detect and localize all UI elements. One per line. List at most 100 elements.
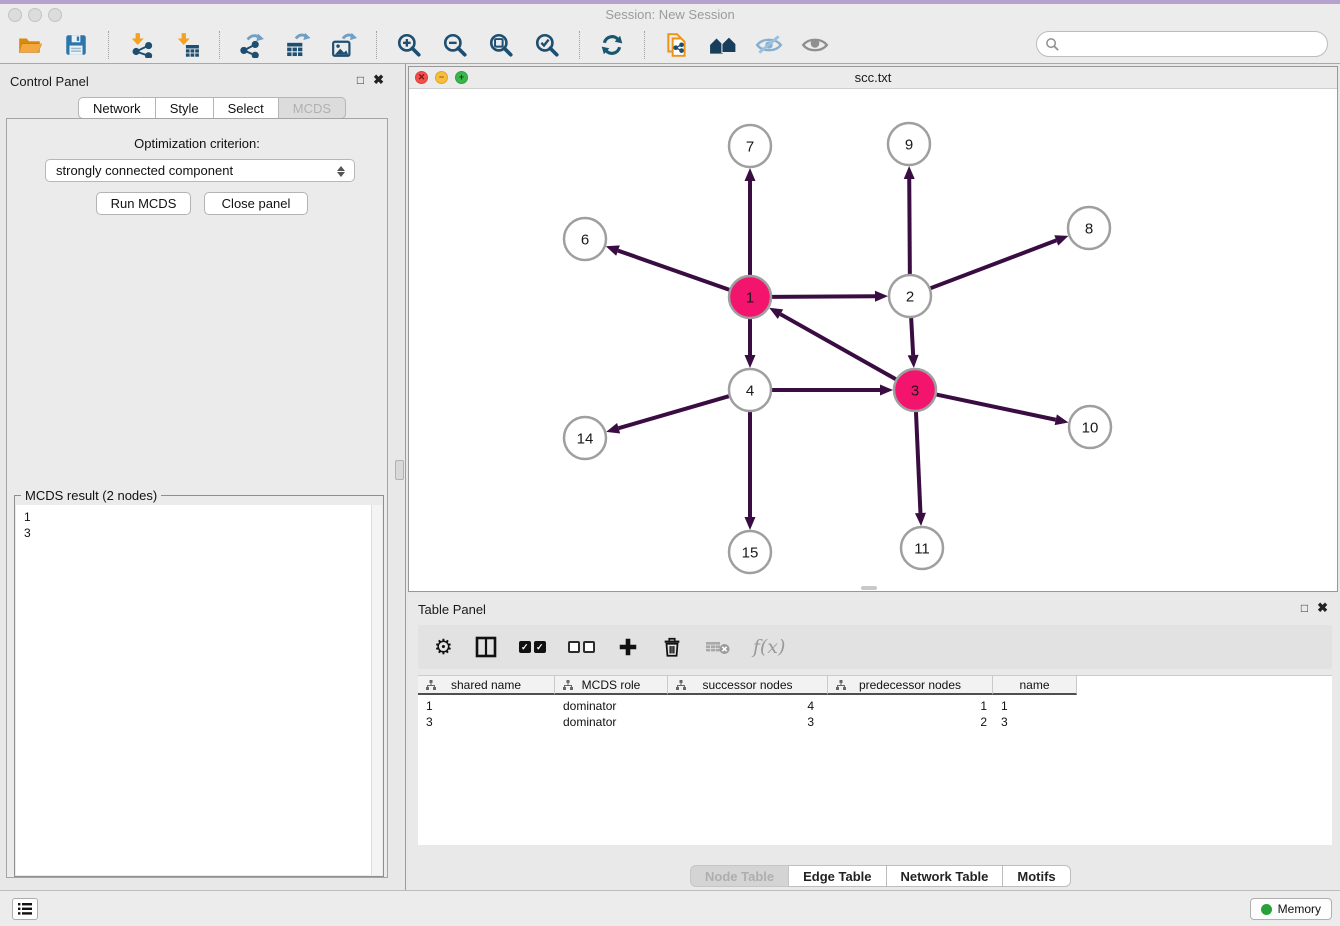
graph-node-label: 9 <box>905 136 913 153</box>
network-canvas[interactable]: 1234678910111415 <box>409 89 1337 591</box>
edge-2-8[interactable] <box>931 240 1057 288</box>
tab-motifs[interactable]: Motifs <box>1003 865 1070 887</box>
deselect-all-icon[interactable] <box>568 641 595 653</box>
export-network-icon <box>239 32 265 58</box>
eye-slash-icon <box>755 32 783 58</box>
cell-predecessor-nodes: 2 <box>828 714 993 730</box>
open-session-button[interactable] <box>10 29 50 61</box>
edge-2-3[interactable] <box>911 318 913 355</box>
column-header-shared-name[interactable]: shared name <box>418 676 555 695</box>
edge-1-2[interactable] <box>772 296 875 297</box>
mcds-result-title: MCDS result (2 nodes) <box>21 488 161 503</box>
optimization-criterion-value: strongly connected component <box>56 163 233 178</box>
cell-name: 1 <box>993 698 1077 714</box>
table-header-row: shared name MCDS role successor nodes pr… <box>418 676 1077 695</box>
import-network-button[interactable] <box>121 29 161 61</box>
edge-1-6[interactable] <box>618 251 729 290</box>
graph-node-label: 8 <box>1085 220 1093 237</box>
select-all-icon[interactable]: ✓✓ <box>519 641 546 653</box>
show-selected-button[interactable] <box>795 29 835 61</box>
zoom-out-icon <box>442 32 468 58</box>
zoom-out-button[interactable] <box>435 29 475 61</box>
show-all-nodes-button[interactable] <box>703 29 743 61</box>
cell-shared-name: 3 <box>418 714 555 730</box>
table-row[interactable]: 3 dominator 3 2 3 <box>418 714 1077 730</box>
tab-select[interactable]: Select <box>214 97 279 119</box>
float-panel-icon[interactable]: □ <box>357 74 364 86</box>
edge-arrowhead <box>745 355 756 368</box>
table-row[interactable]: 1 dominator 4 1 1 <box>418 698 1077 714</box>
zoom-fit-button[interactable] <box>481 29 521 61</box>
column-layout-icon[interactable] <box>475 636 497 658</box>
list-icon <box>17 902 33 916</box>
edge-2-9[interactable] <box>909 179 910 274</box>
search-input[interactable] <box>1036 31 1328 57</box>
tab-network-table[interactable]: Network Table <box>887 865 1004 887</box>
toolbar-separator <box>219 31 220 59</box>
edge-3-1[interactable] <box>780 314 895 379</box>
column-header-mcds-role[interactable]: MCDS role <box>555 676 668 695</box>
save-session-button[interactable] <box>56 29 96 61</box>
result-scrollbar[interactable] <box>371 505 382 875</box>
app-titlebar: Session: New Session <box>0 4 1340 26</box>
add-row-icon[interactable] <box>617 636 639 658</box>
export-image-icon <box>331 32 357 58</box>
close-panel-button[interactable]: Close panel <box>204 192 308 215</box>
graph-node-label: 11 <box>914 540 930 557</box>
graph-node-label: 4 <box>746 382 754 399</box>
cell-mcds-role: dominator <box>555 714 668 730</box>
mcds-result-list[interactable]: 1 3 <box>16 505 382 875</box>
hide-selected-button[interactable] <box>749 29 789 61</box>
network-window-title: scc.txt <box>409 70 1337 85</box>
edge-4-14[interactable] <box>619 396 729 428</box>
tab-mcds[interactable]: MCDS <box>279 97 346 119</box>
export-image-button[interactable] <box>324 29 364 61</box>
column-header-name[interactable]: name <box>993 676 1077 695</box>
clone-network-button[interactable] <box>657 29 697 61</box>
network-window-titlebar[interactable]: ✕ − + scc.txt <box>409 67 1337 89</box>
float-panel-icon[interactable]: □ <box>1301 602 1308 614</box>
export-table-icon <box>285 32 311 58</box>
close-panel-icon[interactable]: ✖ <box>1317 601 1328 614</box>
export-network-button[interactable] <box>232 29 272 61</box>
eye-icon <box>801 32 829 58</box>
edge-arrowhead <box>875 291 888 302</box>
cell-predecessor-nodes: 1 <box>828 698 993 714</box>
select-stepper-icon <box>334 162 348 180</box>
column-header-successor-nodes[interactable]: successor nodes <box>668 676 828 695</box>
refresh-view-button[interactable] <box>592 29 632 61</box>
export-table-button[interactable] <box>278 29 318 61</box>
graph-node-label: 1 <box>746 289 754 306</box>
memory-button[interactable]: Memory <box>1250 898 1332 920</box>
delete-row-icon[interactable] <box>661 636 683 658</box>
graph-node-label: 2 <box>906 288 914 305</box>
edge-3-10[interactable] <box>937 395 1056 420</box>
tab-network[interactable]: Network <box>78 97 156 119</box>
delete-table-icon[interactable] <box>705 637 731 657</box>
graph-node-label: 6 <box>581 231 589 248</box>
edge-arrowhead <box>1054 235 1068 245</box>
close-panel-icon[interactable]: ✖ <box>373 73 384 86</box>
optimization-criterion-select[interactable]: strongly connected component <box>45 159 355 182</box>
table-panel: Table Panel □ ✖ ⚙ ✓✓ <box>408 594 1340 890</box>
tab-style[interactable]: Style <box>156 97 214 119</box>
zoom-in-button[interactable] <box>389 29 429 61</box>
column-header-predecessor-nodes[interactable]: predecessor nodes <box>828 676 993 695</box>
graph-node-label: 7 <box>746 138 754 155</box>
network-view-window: ✕ − + scc.txt 1234678910111415 <box>408 66 1338 592</box>
network-resize-handle[interactable] <box>861 586 877 590</box>
tab-node-table[interactable]: Node Table <box>690 865 789 887</box>
run-mcds-button[interactable]: Run MCDS <box>96 192 191 215</box>
edge-arrowhead <box>606 423 620 434</box>
table-settings-icon[interactable]: ⚙ <box>434 637 453 658</box>
apply-function-icon[interactable]: f(x) <box>753 636 786 658</box>
tab-edge-table[interactable]: Edge Table <box>789 865 886 887</box>
task-history-button[interactable] <box>12 898 38 920</box>
edge-3-11[interactable] <box>916 412 920 513</box>
cell-successor-nodes: 3 <box>668 714 828 730</box>
splitter-handle[interactable] <box>395 460 404 480</box>
column-type-icon <box>562 679 574 691</box>
edge-arrowhead <box>915 513 926 526</box>
zoom-selected-button[interactable] <box>527 29 567 61</box>
import-table-button[interactable] <box>167 29 207 61</box>
